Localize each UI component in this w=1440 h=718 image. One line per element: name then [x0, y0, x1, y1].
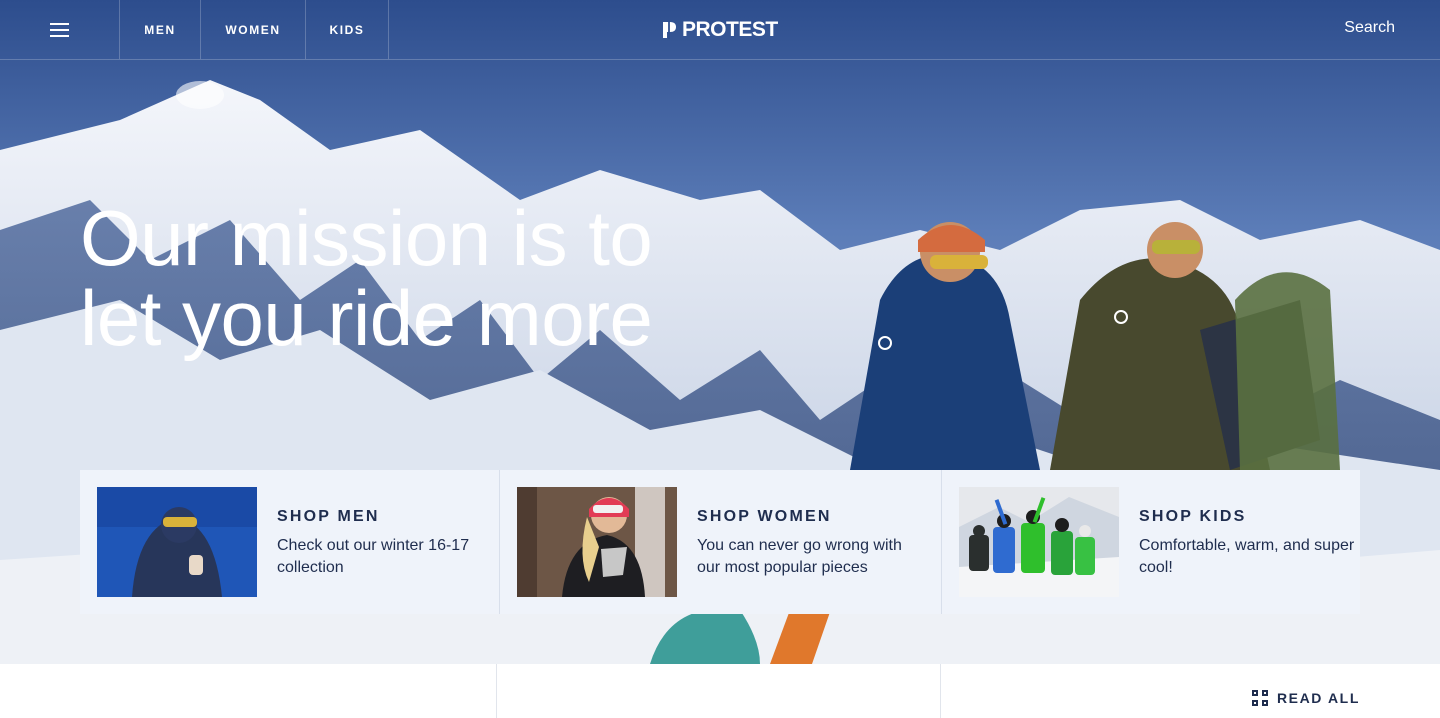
- menu-button[interactable]: [0, 0, 120, 59]
- shop-kids-image: [959, 487, 1119, 597]
- read-all-link[interactable]: READ ALL: [1251, 690, 1360, 706]
- shop-kids-title: SHOP KIDS: [1139, 508, 1247, 525]
- brand-name: PROTEST: [682, 18, 778, 41]
- nav-link-kids[interactable]: KIDS: [306, 0, 389, 59]
- search-link[interactable]: Search: [1344, 19, 1395, 37]
- hamburger-menu-icon: [50, 22, 69, 37]
- shop-card-kids[interactable]: SHOP KIDS Comfortable, warm, and super c…: [941, 470, 1360, 614]
- shop-men-description: Check out our winter 16-17 collection: [277, 537, 470, 576]
- shop-cards: SHOP MEN Check out our winter 16-17 coll…: [80, 470, 1360, 614]
- bottom-strip: READ ALL: [0, 664, 1440, 718]
- brand-logo[interactable]: PROTEST: [662, 17, 778, 43]
- hero-headline: Our mission is to let you ride more: [80, 194, 653, 362]
- protest-logo-icon: [663, 21, 676, 39]
- shop-women-image: [517, 487, 677, 597]
- shop-women-title: SHOP WOMEN: [697, 508, 832, 525]
- read-all-label: READ ALL: [1276, 690, 1360, 706]
- column-divider: [940, 664, 941, 718]
- grid-icon: [1251, 690, 1268, 706]
- column-divider: [496, 664, 497, 718]
- shop-women-description: You can never go wrong with our most pop…: [697, 537, 902, 576]
- nav-link-women[interactable]: WOMEN: [201, 0, 306, 59]
- shop-kids-description: Comfortable, warm, and super cool!: [1139, 537, 1355, 576]
- shop-card-women[interactable]: SHOP WOMEN You can never go wrong with o…: [499, 470, 941, 614]
- nav-link-men[interactable]: MEN: [120, 0, 201, 59]
- shop-men-title: SHOP MEN: [277, 508, 380, 525]
- shop-card-men[interactable]: SHOP MEN Check out our winter 16-17 coll…: [80, 470, 499, 614]
- shop-men-image: [97, 487, 257, 597]
- top-navigation: MEN WOMEN KIDS PROTEST Search: [0, 0, 1440, 60]
